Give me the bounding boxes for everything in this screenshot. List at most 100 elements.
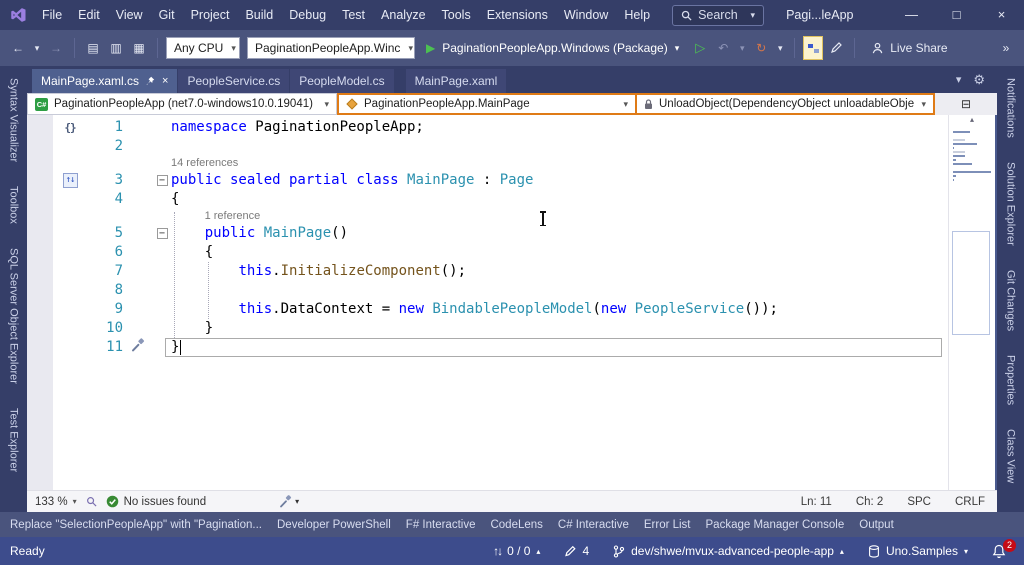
left-rail-test-explorer[interactable]: Test Explorer (8, 408, 20, 472)
code-line-3[interactable]: ↑↓ 3 − public sealed partial class MainPage… (27, 171, 948, 190)
menu-build[interactable]: Build (237, 0, 281, 30)
document-health-indicator[interactable]: No issues found (106, 495, 206, 508)
column-indicator[interactable]: Ch: 2 (856, 496, 884, 508)
breakpoint-margin[interactable] (27, 243, 53, 262)
code-line-11[interactable]: 11} (27, 337, 948, 357)
menu-edit[interactable]: Edit (70, 0, 108, 30)
code-cleanup-button[interactable]: ▾ (279, 495, 299, 508)
menu-git[interactable]: Git (151, 0, 183, 30)
panel-tab-c#-interactive[interactable]: C# Interactive (558, 519, 629, 531)
breakpoint-margin[interactable] (27, 319, 53, 338)
menu-help[interactable]: Help (616, 0, 658, 30)
code-line-6[interactable]: 6 { (27, 243, 948, 262)
menu-test[interactable]: Test (334, 0, 373, 30)
toolbar-overflow-button[interactable]: » (996, 36, 1016, 60)
panel-tab-developer-powershell[interactable]: Developer PowerShell (277, 519, 391, 531)
zoom-settings-icon[interactable] (86, 496, 97, 507)
pin-icon[interactable] (146, 76, 155, 86)
document-tab-peopleservice-cs[interactable]: PeopleService.cs (178, 69, 290, 93)
menu-project[interactable]: Project (183, 0, 238, 30)
codelens-references[interactable]: 1 reference (171, 209, 261, 224)
pending-changes[interactable]: 4 (564, 544, 589, 558)
menu-debug[interactable]: Debug (281, 0, 334, 30)
selected-toolbar-toggle-button[interactable] (803, 36, 824, 60)
member-dropdown[interactable]: UnloadObject(DependencyObject unloadable… (635, 95, 933, 113)
close-button[interactable]: × (979, 0, 1024, 30)
zoom-selector[interactable]: 133 % ▾ (35, 496, 77, 508)
breakpoint-margin[interactable] (27, 190, 53, 209)
menu-analyze[interactable]: Analyze (373, 0, 433, 30)
right-rail-class-view[interactable]: Class View (1005, 429, 1017, 483)
split-editor-icon[interactable]: ⊟ (961, 97, 971, 111)
menu-extensions[interactable]: Extensions (479, 0, 556, 30)
code-area[interactable]: {} 1 namespace PaginationPeopleApp; 2 14 ref… (27, 115, 948, 490)
left-rail-syntax-visualizer[interactable]: Syntax Visualizer (8, 78, 20, 162)
sync-status[interactable]: ↑↓ 0 / 0 ▴ (493, 544, 540, 558)
add-item-button[interactable]: ▥ (106, 36, 126, 60)
breakpoint-margin[interactable] (27, 300, 53, 319)
document-tab-peoplemodel-cs[interactable]: PeopleModel.cs (290, 69, 394, 93)
breakpoint-margin[interactable] (27, 281, 53, 300)
navigate-back-dropdown[interactable]: ▾ (31, 36, 43, 60)
menu-file[interactable]: File (34, 0, 70, 30)
panel-tab-package-manager-console[interactable]: Package Manager Console (706, 519, 845, 531)
document-tab-mainpage-xaml-cs[interactable]: MainPage.xaml.cs × (32, 69, 178, 93)
code-line-2[interactable]: 2 (27, 137, 948, 156)
start-without-debugging-button[interactable]: ▷ (690, 36, 710, 60)
current-branch[interactable]: dev/shwe/mvux-advanced-people-app ▴ (613, 544, 844, 558)
space-mode-indicator[interactable]: SPC (907, 496, 931, 508)
hot-reload-dropdown[interactable]: ▾ (774, 36, 786, 60)
codelens-references[interactable]: 14 references (171, 156, 238, 171)
undo-button[interactable]: ↶ (713, 36, 733, 60)
menu-tools[interactable]: Tools (434, 0, 479, 30)
breakpoint-margin[interactable] (27, 338, 53, 357)
settings-gear-icon[interactable]: ⚙ (973, 72, 985, 88)
right-rail-git-changes[interactable]: Git Changes (1005, 270, 1017, 331)
breakpoint-margin[interactable] (27, 224, 53, 243)
breakpoint-margin[interactable] (27, 262, 53, 281)
document-tab-mainpage-xaml[interactable]: MainPage.xaml (405, 69, 507, 93)
breakpoint-margin[interactable] (27, 137, 53, 156)
panel-tab-codelens[interactable]: CodeLens (490, 519, 542, 531)
code-line-7[interactable]: 7 this.InitializeComponent(); (27, 262, 948, 281)
left-rail-toolbox[interactable]: Toolbox (8, 186, 20, 224)
navigate-back-button[interactable]: ← (8, 36, 28, 60)
startup-project-combo[interactable]: PaginationPeopleApp.Winc ▾ (247, 37, 415, 59)
breakpoint-margin[interactable] (27, 171, 53, 190)
start-debugging-button[interactable]: ▶ PaginationPeopleApp.Windows (Package) … (418, 36, 687, 60)
edit-button[interactable] (826, 36, 846, 60)
minimap[interactable]: ▴ (948, 115, 997, 490)
code-line-5[interactable]: 5 − public MainPage() (27, 224, 948, 243)
notifications-bell[interactable]: 2 (992, 538, 1016, 559)
hot-reload-button[interactable]: ↻ (751, 36, 771, 60)
live-share-button[interactable]: Live Share (863, 41, 955, 55)
fold-collapse-button[interactable]: − (156, 175, 168, 186)
panel-tab-replace-selectionpeopleapp-with-paginati[interactable]: Replace "SelectionPeopleApp" with "Pagin… (10, 519, 262, 531)
code-line-9[interactable]: 9 this.DataContext = new BindablePeopleM… (27, 300, 948, 319)
navigate-forward-button[interactable]: → (46, 36, 66, 60)
maximize-button[interactable]: □ (934, 0, 979, 30)
close-icon[interactable]: × (162, 75, 168, 87)
left-rail-sql-server-object-explorer[interactable]: SQL Server Object Explorer (8, 248, 20, 384)
fold-collapse-button[interactable]: − (156, 228, 168, 239)
code-line-8[interactable]: 8 (27, 281, 948, 300)
active-files-dropdown[interactable]: ▾ (956, 73, 962, 86)
code-line-10[interactable]: 10 } (27, 319, 948, 338)
current-repository[interactable]: Uno.Samples ▾ (868, 544, 968, 558)
new-file-button[interactable]: ▤ (83, 36, 103, 60)
menu-view[interactable]: View (108, 0, 151, 30)
panel-tab-output[interactable]: Output (859, 519, 894, 531)
save-all-button[interactable]: ▦ (129, 36, 149, 60)
line-indicator[interactable]: Ln: 11 (801, 496, 832, 508)
type-dropdown[interactable]: PaginationPeopleApp.MainPage ▾ (339, 95, 635, 113)
inheritance-margin-icon[interactable]: ↑↓ (62, 173, 78, 188)
panel-tab-error-list[interactable]: Error List (644, 519, 691, 531)
minimap-viewport[interactable] (952, 231, 990, 335)
minimize-button[interactable]: — (889, 0, 934, 30)
right-rail-properties[interactable]: Properties (1005, 355, 1017, 405)
menu-window[interactable]: Window (556, 0, 616, 30)
project-dropdown[interactable]: C# PaginationPeopleApp (net7.0-windows10… (27, 93, 337, 115)
right-rail-notifications[interactable]: Notifications (1005, 78, 1017, 138)
panel-tab-f#-interactive[interactable]: F# Interactive (406, 519, 476, 531)
breakpoint-margin[interactable] (27, 118, 53, 137)
